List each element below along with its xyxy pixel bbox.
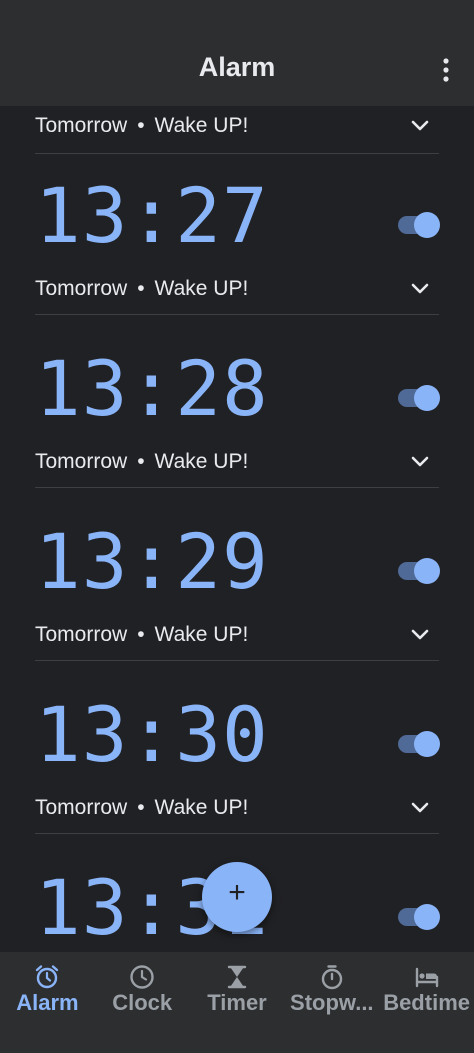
alarm-time[interactable]: 13:27 xyxy=(35,178,269,254)
nav-label: Clock xyxy=(112,990,173,1015)
stopwatch-icon xyxy=(321,965,342,990)
alarm-toggle[interactable] xyxy=(398,558,440,584)
alarm-summary-text: Tomorrow • Wake UP! xyxy=(35,277,248,301)
alarm-label: Wake UP! xyxy=(154,450,249,473)
alarm-day: Tomorrow xyxy=(35,623,128,646)
alarm-summary-row[interactable]: Tomorrow • Wake UP! xyxy=(35,106,439,154)
toggle-thumb xyxy=(414,731,440,757)
nav-label: Bedtime xyxy=(383,990,470,1015)
alarm-item[interactable]: 13:27 Tomorrow • Wake UP! xyxy=(0,176,474,349)
alarm-summary-row[interactable]: Tomorrow • Wake UP! xyxy=(35,788,439,834)
nav-label: Stopw... xyxy=(290,990,374,1015)
alarm-label: Wake UP! xyxy=(154,623,249,646)
chevron-down-icon[interactable] xyxy=(411,281,429,295)
alarm-summary-row[interactable]: Tomorrow • Wake UP! xyxy=(35,442,439,488)
alarm-summary-text: Tomorrow • Wake UP! xyxy=(35,450,248,474)
nav-label: Timer xyxy=(207,990,267,1015)
toggle-thumb xyxy=(414,558,440,584)
alarm-toggle[interactable] xyxy=(398,904,440,930)
alarm-day: Tomorrow xyxy=(35,114,128,137)
toggle-thumb xyxy=(414,385,440,411)
separator-dot: • xyxy=(137,623,145,646)
clock-icon xyxy=(130,965,154,989)
alarm-summary-text: Tomorrow • Wake UP! xyxy=(35,796,248,820)
alarm-time[interactable]: 13:29 xyxy=(35,524,269,600)
separator-dot: • xyxy=(137,277,145,300)
more-vert-icon[interactable] xyxy=(436,57,456,83)
alarm-label: Wake UP! xyxy=(154,277,249,300)
chevron-down-icon[interactable] xyxy=(411,454,429,468)
toggle-thumb xyxy=(414,904,440,930)
alarm-day: Tomorrow xyxy=(35,796,128,819)
add-alarm-button[interactable]: + xyxy=(202,862,272,932)
add-icon: + xyxy=(228,876,246,909)
toggle-thumb xyxy=(414,212,440,238)
nav-tab-timer[interactable]: Timer xyxy=(190,952,285,1053)
nav-tab-alarm[interactable]: Alarm xyxy=(0,952,95,1053)
app-bar: Alarm xyxy=(0,0,474,106)
alarm-day: Tomorrow xyxy=(35,277,128,300)
alarm-label: Wake UP! xyxy=(154,796,249,819)
page-title: Alarm xyxy=(198,52,276,82)
nav-label: Alarm xyxy=(16,990,79,1015)
alarm-toggle[interactable] xyxy=(398,731,440,757)
alarm-toggle[interactable] xyxy=(398,212,440,238)
chevron-down-icon[interactable] xyxy=(411,118,429,132)
chevron-down-icon[interactable] xyxy=(411,627,429,641)
nav-tab-clock[interactable]: Clock xyxy=(95,952,190,1053)
alarm-day: Tomorrow xyxy=(35,450,128,473)
alarm-list[interactable]: Tomorrow • Wake UP! 13:27 Tomorrow • Wake UP… xyxy=(0,106,474,952)
separator-dot: • xyxy=(137,114,145,137)
alarm-label: Wake UP! xyxy=(154,114,249,137)
alarm-summary-text: Tomorrow • Wake UP! xyxy=(35,623,248,647)
alarm-time[interactable]: 13:28 xyxy=(35,351,269,427)
alarm-time[interactable]: 13:30 xyxy=(35,697,269,773)
alarm-summary-row[interactable]: Tomorrow • Wake UP! xyxy=(35,615,439,661)
bottom-nav: Alarm Clock Timer Stopw... Bedtime xyxy=(0,952,474,1053)
nav-tab-stopwatch[interactable]: Stopw... xyxy=(284,952,379,1053)
alarm-summary-row[interactable]: Tomorrow • Wake UP! xyxy=(35,269,439,315)
nav-tab-bedtime[interactable]: Bedtime xyxy=(379,952,474,1053)
alarm-icon xyxy=(36,965,59,989)
alarm-toggle[interactable] xyxy=(398,385,440,411)
separator-dot: • xyxy=(137,796,145,819)
alarm-summary-text: Tomorrow • Wake UP! xyxy=(35,114,248,138)
alarm-item[interactable]: 13:29 Tomorrow • Wake UP! xyxy=(0,522,474,695)
chevron-down-icon[interactable] xyxy=(411,800,429,814)
alarm-item[interactable]: 13:30 Tomorrow • Wake UP! xyxy=(0,695,474,868)
bed-icon xyxy=(415,967,438,988)
hourglass-icon xyxy=(227,965,247,989)
separator-dot: • xyxy=(137,450,145,473)
alarm-item[interactable]: 13:28 Tomorrow • Wake UP! xyxy=(0,349,474,522)
